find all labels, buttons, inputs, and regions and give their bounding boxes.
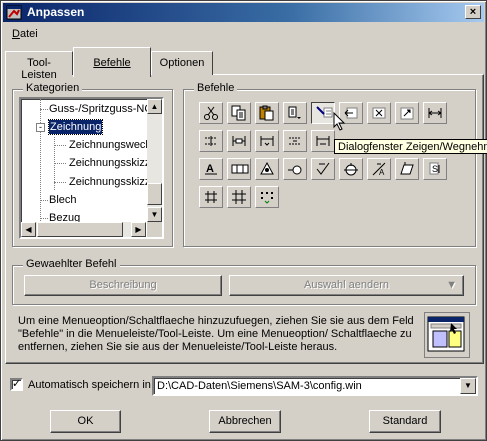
tree-horizontal-scrollbar[interactable]: ◀ ▶ [21,222,146,237]
menu-datei[interactable]: Datei [12,28,38,40]
scroll-corner [147,222,162,237]
tree-guide [54,145,66,146]
autosave-checkbox[interactable]: ✓ [10,378,23,391]
circle-target-icon[interactable] [339,158,363,180]
scroll-thumb[interactable] [37,222,123,237]
parallelogram-icon[interactable] [395,158,419,180]
grid-hash-icon[interactable] [227,186,251,208]
cross-box-icon[interactable] [367,102,391,124]
autosave-label[interactable]: Automatisch speichern in [28,379,151,391]
tree-guide [54,163,66,164]
tree-item-zeichnungsskizz-1[interactable]: Zeichnungsskizz [69,156,150,170]
app-icon [6,5,22,20]
cancel-button[interactable]: Abbrechen [209,410,281,433]
text-a-icon[interactable]: A [199,158,223,180]
tree-item-zeichnungswech[interactable]: Zeichnungswech [69,138,152,152]
text-s-icon[interactable]: S [423,158,447,180]
config-path-value: D:\CAD-Daten\Siemens\SAM-3\config.win [157,380,362,392]
svg-text:S: S [432,164,438,174]
customize-illustration-icon [424,312,470,358]
categories-tree[interactable]: Guss-/Spritzguss-NC - Zeichnung Zeichnun… [19,97,164,239]
tree-guide [40,99,41,223]
dimension-h-icon[interactable] [423,102,447,124]
dim-bracket-2-icon[interactable] [311,130,335,152]
scroll-left-icon[interactable]: ◀ [21,222,36,237]
tab-tool-leisten-label: Tool-Leisten [21,57,57,81]
copy-icon[interactable] [227,102,251,124]
mouse-cursor-icon [333,112,346,131]
scissors-icon[interactable] [199,102,223,124]
grid-dots-icon[interactable] [255,186,279,208]
customize-dialog: Anpassen × Datei Tool-Leisten Befehle Op… [0,0,487,441]
grid-cross-icon[interactable] [199,186,223,208]
tree-guide [40,109,48,110]
close-button[interactable]: × [465,5,481,19]
collapse-icon[interactable]: - [36,123,45,132]
svg-text:A: A [206,163,214,175]
scroll-up-icon[interactable]: ▲ [147,99,162,114]
align-dim-icon[interactable] [199,130,223,152]
tolerance-box-icon[interactable] [227,158,251,180]
svg-text:A: A [379,168,385,177]
dropdown-arrow-icon: ▼ [446,279,457,291]
arrow-circle-icon[interactable] [283,158,307,180]
title-bar[interactable]: Anpassen × [3,3,484,22]
tree-item-blech[interactable]: Blech [49,193,77,207]
tab-optionen-label: Optionen [159,57,205,69]
tree-vertical-scrollbar[interactable]: ▲ ▼ [147,99,162,222]
slash-a-icon[interactable]: A [367,158,391,180]
dialog-toggle-icon[interactable] [311,102,335,124]
config-path-combobox[interactable]: D:\CAD-Daten\Siemens\SAM-3\config.win ▼ [152,376,478,396]
tree-guide [54,182,66,183]
dropdown-tool-icon[interactable] [283,102,307,124]
ok-button[interactable]: OK [50,410,121,433]
description-button[interactable]: Beschreibung [24,275,222,296]
tab-befehle[interactable]: Befehle [73,47,151,77]
tab-befehle-label: Befehle [93,57,131,69]
window-title: Anpassen [27,5,85,19]
help-text: Um eine Menueoption/Schaltflaeche hinzuz… [18,315,414,353]
menu-bar: Datei [3,24,484,43]
tree-guide [40,218,48,219]
tab-tool-leisten[interactable]: Tool-Leisten [5,51,73,81]
categories-label: Kategorien [23,82,83,94]
modify-selection-label: Auswahl aendern [303,279,389,291]
check-mark-icon[interactable] [311,158,335,180]
tree-guide [40,200,48,201]
dim-bracket-icon[interactable] [227,130,251,152]
dim-bracket-small-icon[interactable] [255,130,279,152]
paste-icon[interactable] [255,102,279,124]
close-icon: × [469,6,477,18]
commands-label: Befehle [194,82,238,94]
align-dim-2-icon[interactable] [283,130,307,152]
tab-optionen[interactable]: Optionen [151,51,213,75]
arrow-up-right-box-icon[interactable] [395,102,419,124]
datum-triangle-icon[interactable] [255,158,279,180]
modify-selection-button[interactable]: Auswahl aendern ▼ [229,275,464,296]
scroll-down-icon[interactable]: ▼ [147,207,162,222]
combo-dropdown-icon[interactable]: ▼ [460,378,476,394]
tree-item-zeichnungsskizz-2[interactable]: Zeichnungsskizz [69,175,150,189]
tree-item-zeichnung[interactable]: Zeichnung [47,119,104,135]
selected-command-label: Gewaehlter Befehl [23,258,120,270]
tab-strip: Tool-Leisten Befehle Optionen [1,47,487,81]
scroll-thumb[interactable] [147,183,162,205]
command-tooltip: Dialogfenster Zeigen/Wegnehmen [334,139,487,154]
default-button[interactable]: Standard [369,410,441,433]
scroll-right-icon[interactable]: ▶ [131,222,146,237]
tree-item-guss[interactable]: Guss-/Spritzguss-NC [49,102,152,116]
